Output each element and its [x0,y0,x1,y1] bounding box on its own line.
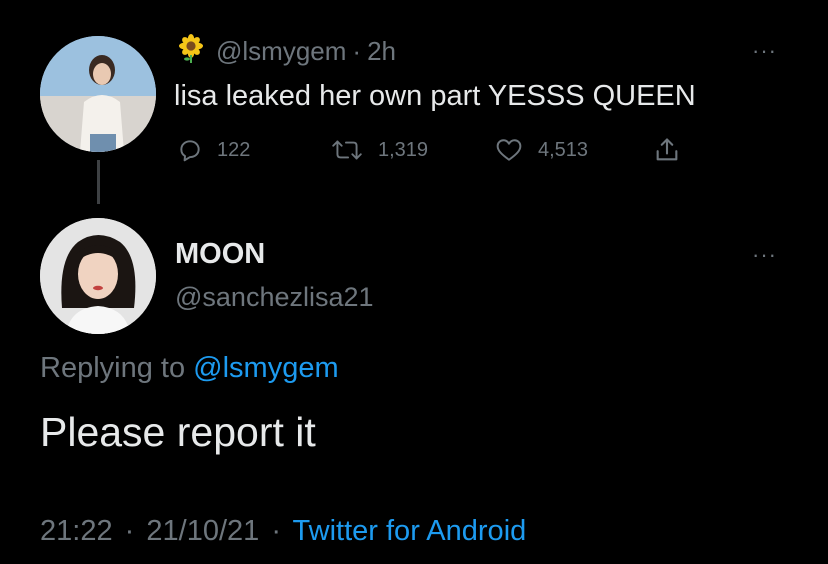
reply-handle[interactable]: @sanchezlisa21 [175,282,374,313]
avatar-image [40,36,156,152]
tweet-date[interactable]: 21/10/21 [146,515,259,547]
replying-to: Replying to @lsmygem [40,352,339,385]
like-count: 4,513 [538,138,589,161]
retweet-action[interactable]: 1,319 [330,136,428,164]
thread-line [97,160,100,204]
tweet-metadata: 21:22 · 21/10/21 · Twitter for Android [40,515,526,548]
tweet-time[interactable]: 2h [367,36,396,67]
reply-more-icon[interactable]: ··· [752,244,777,266]
sunflower-icon [179,33,203,63]
tweet-more-icon[interactable]: ··· [752,40,777,62]
tweet-handle[interactable]: @lsmygem [216,36,346,67]
sunflower-emoji [176,33,206,70]
reply-avatar[interactable] [40,218,156,334]
replying-to-handle[interactable]: @lsmygem [193,352,338,384]
heart-icon [496,139,522,161]
share-icon [656,138,678,161]
like-action[interactable]: 4,513 [494,136,588,164]
replying-prefix: Replying to [40,352,186,384]
retweet-icon [332,140,362,160]
meta-separator: · [124,515,135,547]
avatar[interactable] [40,36,156,152]
reply-avatar-image [40,218,156,334]
tweet-text: lisa leaked her own part YESSS QUEEN [174,80,696,112]
meta-separator: · [271,515,281,547]
retweet-count: 1,319 [378,138,429,161]
reply-display-name[interactable]: MOON [175,238,265,271]
tweet-timestamp[interactable]: 21:22 [40,515,113,547]
header-separator: · [352,35,362,66]
tweet-source[interactable]: Twitter for Android [293,515,527,547]
reply-text: Please report it [40,409,316,455]
share-action[interactable] [652,136,682,169]
reply-icon [180,140,200,162]
reply-count: 122 [217,138,251,161]
reply-action[interactable]: 122 [177,136,250,164]
tweet-header: @lsmygem · 2h [176,33,396,70]
